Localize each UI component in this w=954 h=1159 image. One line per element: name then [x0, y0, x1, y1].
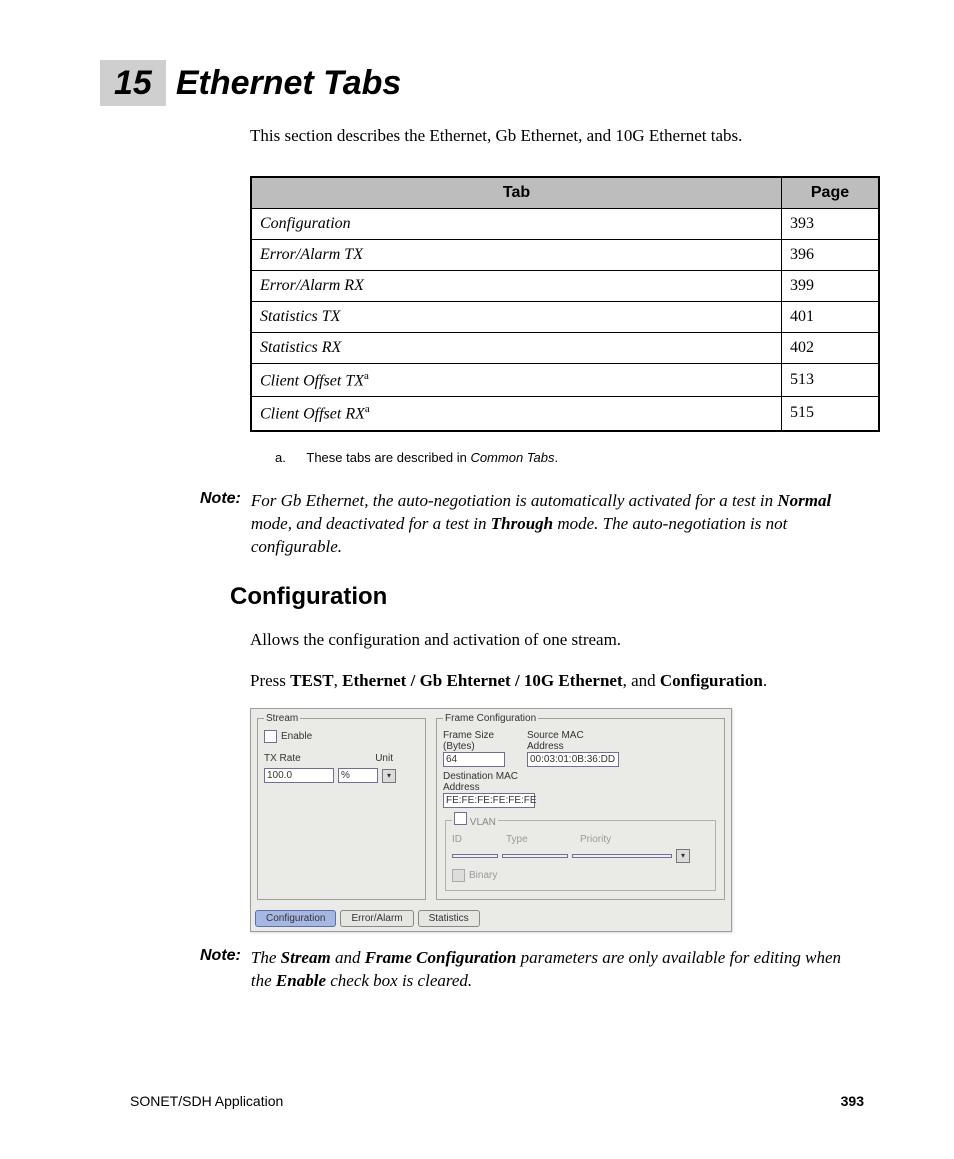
body-text: Allows the configuration and activation …: [250, 628, 864, 652]
note-block: Note: For Gb Ethernet, the auto-negotiat…: [200, 490, 864, 559]
note-block: Note: The Stream and Frame Configuration…: [200, 947, 864, 993]
page-footer: SONET/SDH Application 393: [130, 1093, 864, 1109]
chevron-down-icon[interactable]: ▾: [382, 769, 396, 783]
enable-checkbox[interactable]: [264, 730, 277, 743]
th-page: Page: [782, 177, 880, 209]
table-row: Statistics RX402: [251, 333, 879, 364]
config-screenshot: Stream Enable TX Rate Unit 100.0 %: [250, 708, 864, 932]
txrate-input[interactable]: 100.0: [264, 768, 334, 783]
table-row: Error/Alarm RX399: [251, 271, 879, 302]
table-row: Client Offset RXa515: [251, 397, 879, 431]
footer-page-number: 393: [841, 1093, 864, 1109]
tab-configuration[interactable]: Configuration: [255, 910, 336, 927]
table-row: Client Offset TXa513: [251, 364, 879, 397]
stream-group: Stream Enable TX Rate Unit 100.0 %: [257, 713, 426, 900]
intro-text: This section describes the Ethernet, Gb …: [250, 126, 864, 146]
tab-bar: Configuration Error/Alarm Statistics: [251, 910, 731, 931]
table-row: Statistics TX401: [251, 302, 879, 333]
note-body: The Stream and Frame Configuration param…: [251, 947, 864, 993]
th-tab: Tab: [251, 177, 782, 209]
note-label: Note:: [200, 490, 241, 559]
tab-error-alarm[interactable]: Error/Alarm: [340, 910, 413, 927]
table-row: Configuration393: [251, 209, 879, 240]
binary-checkbox: [452, 869, 465, 882]
dstmac-input[interactable]: FE:FE:FE:FE:FE:FE: [443, 793, 535, 808]
srcmac-label: Source MAC Address: [527, 730, 622, 752]
chapter-heading: 15 Ethernet Tabs: [100, 60, 864, 106]
chapter-number-box: 15: [100, 60, 166, 106]
vlan-id-label: ID: [452, 834, 502, 845]
frame-config-group: Frame Configuration Frame Size (Bytes) 6…: [436, 713, 725, 900]
vlan-id-input: [452, 854, 498, 858]
binary-label: Binary: [469, 870, 497, 881]
vlan-type-label: Type: [506, 834, 576, 845]
vlan-type-input: [502, 854, 568, 858]
section-title-configuration: Configuration: [230, 583, 864, 611]
vlan-group: VLAN ID Type Priority ▾: [445, 812, 716, 891]
vlan-priority-label: Priority: [580, 834, 611, 845]
unit-select[interactable]: %: [338, 768, 378, 783]
tab-page-table: Tab Page Configuration393 Error/Alarm TX…: [250, 176, 880, 432]
vlan-priority-input: [572, 854, 672, 858]
chapter-title: Ethernet Tabs: [176, 66, 401, 100]
tab-statistics[interactable]: Statistics: [418, 910, 480, 927]
table-row: Error/Alarm TX396: [251, 240, 879, 271]
note-label: Note:: [200, 947, 241, 993]
vlan-checkbox[interactable]: [454, 812, 467, 825]
framesize-input[interactable]: 64: [443, 752, 505, 767]
table-footnote: a. These tabs are described in Common Ta…: [275, 450, 864, 465]
framesize-label: Frame Size (Bytes): [443, 730, 523, 752]
note-body: For Gb Ethernet, the auto-negotiation is…: [251, 490, 864, 559]
enable-label: Enable: [281, 731, 312, 742]
srcmac-input[interactable]: 00:03:01:0B:36:DD: [527, 752, 619, 767]
chevron-down-icon: ▾: [676, 849, 690, 863]
footer-app-name: SONET/SDH Application: [130, 1093, 283, 1109]
body-text: Press TEST, Ethernet / Gb Ehternet / 10G…: [250, 669, 864, 693]
unit-label: Unit: [375, 753, 393, 764]
dstmac-label: Destination MAC Address: [443, 771, 543, 793]
txrate-label: TX Rate: [264, 753, 301, 764]
